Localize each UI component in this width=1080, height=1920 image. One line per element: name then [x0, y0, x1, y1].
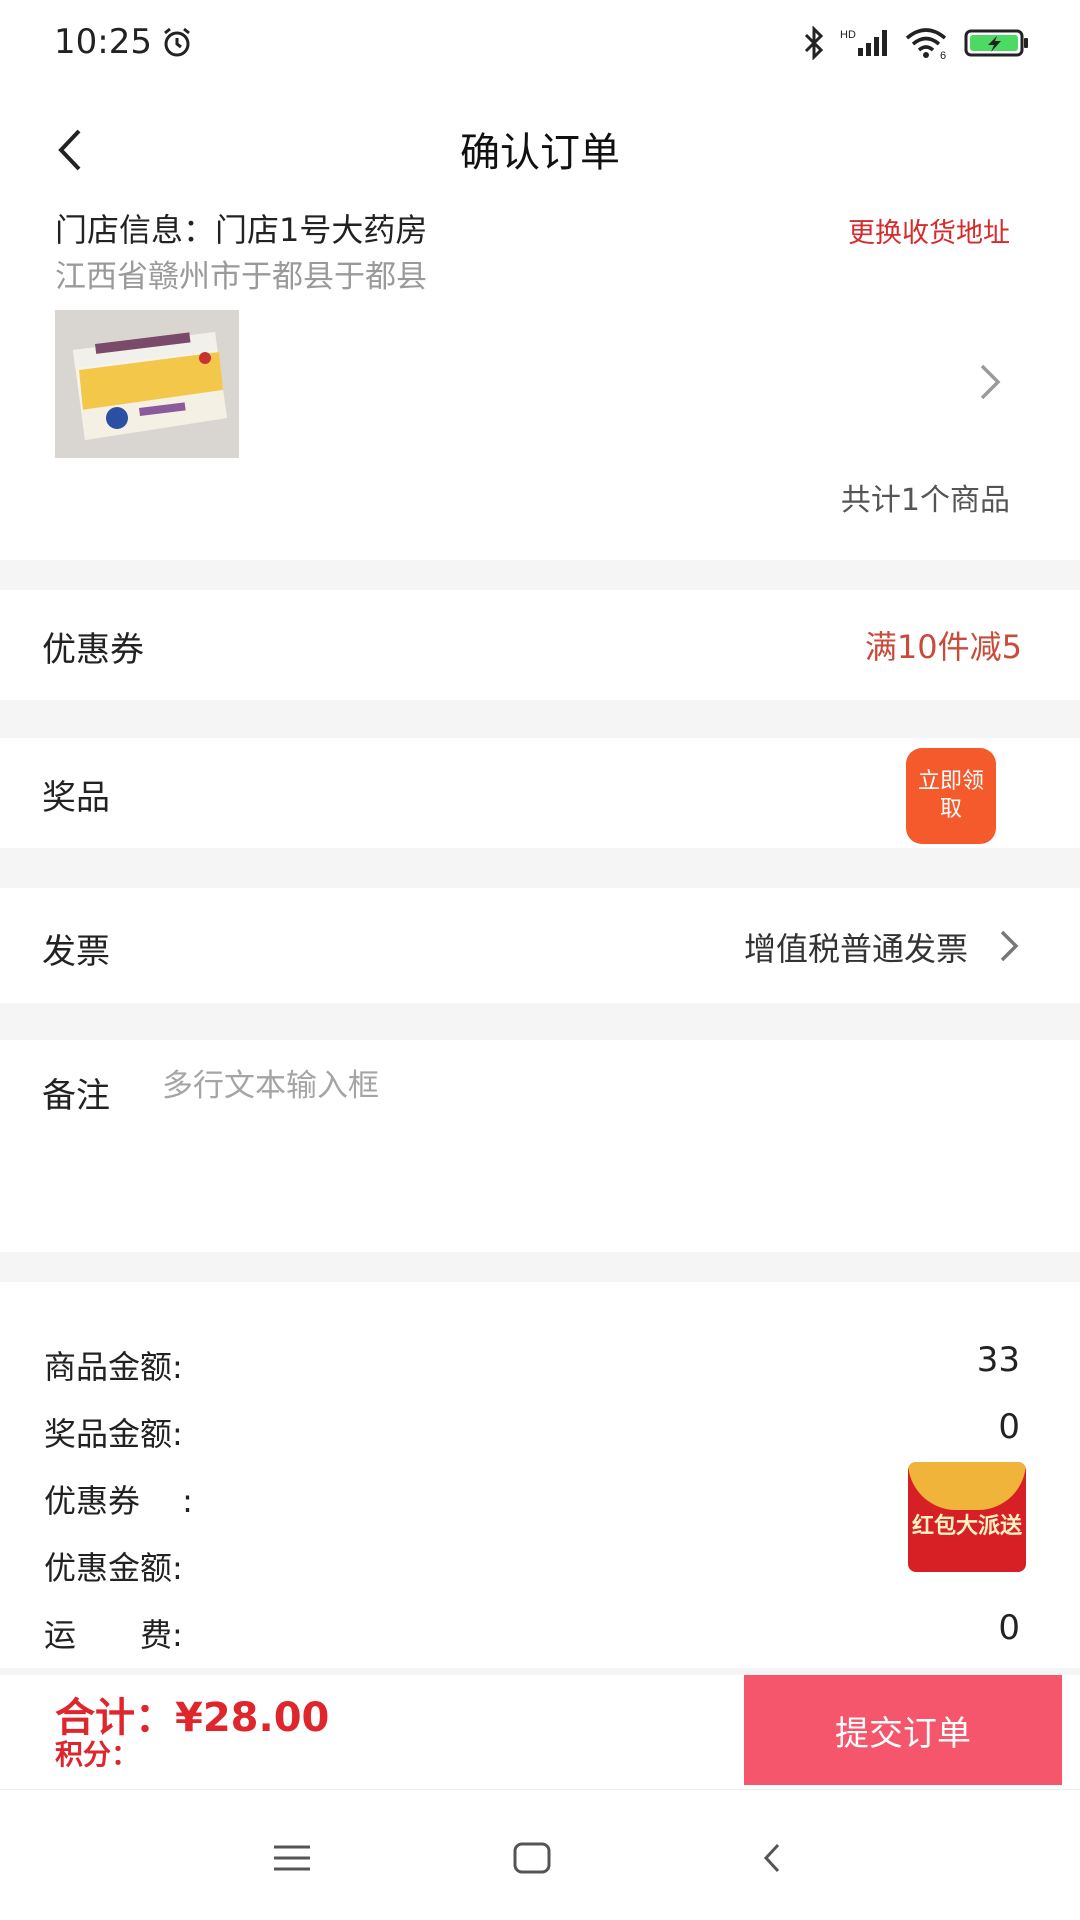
item-count: 共计1个商品: [840, 483, 1010, 518]
remark-row: 备注: [0, 1040, 1080, 1252]
medicine-box-image: [55, 310, 239, 458]
battery-charging-icon: [964, 29, 1028, 57]
bluetooth-icon: [804, 26, 824, 60]
amount-label: 商品金额:: [44, 1348, 183, 1386]
store-name-value: 门店1号大药房: [215, 211, 428, 249]
store-address: 江西省赣州市于都县于都县: [55, 259, 427, 295]
coupon-row[interactable]: 优惠券 满10件减5: [0, 590, 1080, 700]
chevron-left-icon: [763, 1843, 780, 1873]
prize-row: 奖品 立即领取: [0, 738, 1080, 848]
status-bar: 10:25 HD 6: [0, 0, 1080, 90]
amount-value: 0: [998, 1608, 1020, 1648]
change-address-link[interactable]: 更换收货地址: [848, 211, 1010, 250]
red-packet-label: 红包大派送: [911, 1514, 1022, 1539]
alarm-icon: [164, 27, 190, 57]
amount-label: 优惠券 :: [44, 1482, 193, 1520]
page-title: 确认订单: [460, 130, 620, 176]
signal-icon: HD: [840, 29, 887, 56]
system-back-button[interactable]: [742, 1828, 802, 1888]
status-time-text: 10:25: [54, 22, 152, 62]
signal-hd-label: HD: [840, 29, 856, 41]
amount-row-goods: 商品金额: 33: [0, 1332, 1080, 1392]
prize-label: 奖品: [42, 778, 110, 818]
remark-label: 备注: [42, 1076, 110, 1116]
order-points: 积分：: [55, 1738, 140, 1771]
claim-prize-button[interactable]: 立即领取: [906, 748, 996, 844]
amount-value: 0: [998, 1407, 1020, 1447]
amount-label: 运 费:: [44, 1616, 183, 1654]
amount-label: 奖品金额:: [44, 1415, 183, 1453]
invoice-value: 增值税普通发票: [743, 930, 968, 968]
home-button[interactable]: [502, 1828, 562, 1888]
status-icons: HD 6: [802, 26, 1030, 60]
product-detail-arrow[interactable]: [970, 360, 1010, 404]
home-square-icon: [513, 1842, 551, 1874]
store-card: 门店信息：门店1号大药房 更换收货地址 江西省赣州市于都县于都县 共计1个商品: [0, 185, 1080, 560]
store-name: 门店信息：门店1号大药房: [55, 205, 427, 251]
submit-order-button[interactable]: 提交订单: [744, 1675, 1062, 1785]
system-nav-bar: [0, 1790, 1080, 1920]
coupon-value[interactable]: 满10件减5: [865, 622, 1022, 668]
invoice-row[interactable]: 发票 增值税普通发票: [0, 888, 1080, 1003]
amount-label: 优惠金额:: [44, 1549, 183, 1587]
invoice-arrow: [994, 928, 1022, 964]
wifi-label: 6: [940, 50, 946, 60]
amount-row-prize: 奖品金额: 0: [0, 1399, 1080, 1459]
status-time: 10:25: [54, 22, 194, 62]
chevron-right-icon: [1000, 930, 1019, 962]
product-thumbnail[interactable]: [55, 310, 239, 458]
chevron-right-icon: [980, 364, 1001, 400]
amount-row-shipping: 运 费: 0: [0, 1600, 1080, 1660]
store-name-label: 门店信息：: [55, 211, 216, 249]
menu-icon: [274, 1845, 310, 1871]
recent-apps-button[interactable]: [262, 1828, 322, 1888]
coupon-label: 优惠券: [42, 630, 144, 670]
wifi-icon: 6: [905, 28, 947, 60]
remark-input[interactable]: [162, 1068, 1022, 1104]
red-packet-button[interactable]: 红包大派送: [908, 1462, 1026, 1572]
checkout-bar: 合计：¥28.00 积分： 提交订单: [0, 1675, 1080, 1790]
amount-value: 33: [976, 1340, 1020, 1380]
red-packet-coins: [908, 1462, 1026, 1510]
invoice-label: 发票: [42, 932, 110, 972]
